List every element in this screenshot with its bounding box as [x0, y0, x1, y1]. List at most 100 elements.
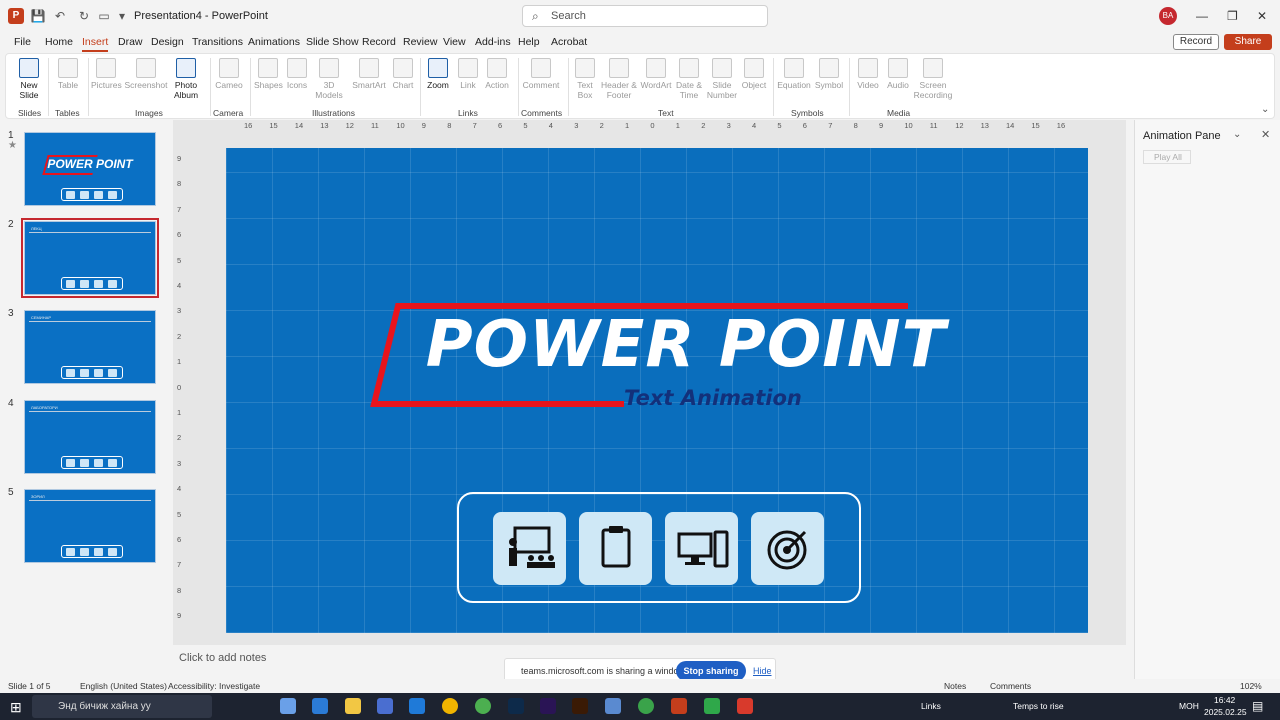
zoom-level[interactable]: 102% — [1240, 681, 1262, 691]
slide-thumbnail-1[interactable]: POWER POINT — [24, 132, 156, 206]
copilot-icon[interactable] — [280, 698, 296, 714]
close-pane-icon[interactable]: ✕ — [1261, 128, 1270, 141]
zoom-button[interactable]: Zoom — [424, 58, 452, 90]
audio-button[interactable]: Audio — [884, 58, 912, 90]
wordart-button[interactable]: WordArt — [640, 58, 672, 90]
stop-sharing-button[interactable]: Stop sharing — [676, 661, 746, 681]
share-button[interactable]: Share — [1224, 34, 1272, 50]
symbol-button[interactable]: Symbol — [813, 58, 845, 90]
slide-thumbnail-4[interactable]: ЛАБОРАТОРИ — [24, 400, 156, 474]
tab-slide-show[interactable]: Slide Show — [306, 36, 359, 48]
action-button[interactable]: Action — [483, 58, 511, 90]
pane-options-icon[interactable]: ⌄ — [1233, 129, 1241, 140]
save-icon[interactable]: 💾 — [30, 8, 46, 24]
avatar[interactable]: BA — [1159, 7, 1177, 25]
tab-record[interactable]: Record — [362, 36, 396, 48]
screen-recording-button[interactable]: Screen Recording — [912, 58, 954, 100]
minimize-icon[interactable]: — — [1196, 9, 1208, 23]
accessibility-status[interactable]: Accessibility: Investigate — [168, 681, 260, 691]
illustrator-icon[interactable] — [572, 698, 588, 714]
hide-banner-link[interactable]: Hide — [753, 666, 772, 676]
text-box-button[interactable]: Text Box — [572, 58, 598, 100]
header-footer-button[interactable]: Header & Footer — [600, 58, 638, 100]
links-toolbar[interactable]: Links — [921, 701, 941, 711]
icons-button[interactable]: Icons — [284, 58, 310, 90]
comment-button[interactable]: Comment — [520, 58, 562, 90]
date-time-button[interactable]: Date & Time — [674, 58, 704, 100]
slide-subtitle[interactable]: Text Animation — [624, 386, 802, 410]
tab-transitions[interactable]: Transitions — [192, 36, 243, 48]
taskbar-search[interactable]: Энд бичиж хайна уу — [32, 695, 212, 718]
teams-icon[interactable] — [605, 698, 621, 714]
table-button[interactable]: Table — [54, 58, 82, 90]
desktop-computer-icon[interactable] — [665, 512, 738, 585]
clipboard-icon[interactable] — [579, 512, 652, 585]
slide-canvas[interactable]: POWER POINT Text Animation — [226, 148, 1088, 633]
tab-acrobat[interactable]: Acrobat — [551, 36, 587, 48]
icon-group-frame[interactable] — [457, 492, 861, 603]
tab-review[interactable]: Review — [403, 36, 437, 48]
chrome-icon[interactable] — [442, 698, 458, 714]
tab-file[interactable]: File — [14, 36, 31, 48]
equation-button[interactable]: Equation — [776, 58, 812, 90]
video-button[interactable]: Video — [854, 58, 882, 90]
slide-number-button[interactable]: Slide Number — [705, 58, 739, 100]
close-icon[interactable]: ✕ — [1257, 9, 1267, 23]
tab-draw[interactable]: Draw — [118, 36, 143, 48]
recorder-icon[interactable] — [737, 698, 753, 714]
input-language[interactable]: МОН — [1179, 701, 1199, 711]
cameo-button[interactable]: Cameo — [214, 58, 244, 90]
undo-icon[interactable]: ↶ — [52, 8, 68, 24]
edge-icon[interactable] — [312, 698, 328, 714]
tab-view[interactable]: View — [443, 36, 466, 48]
customize-toolbar-icon[interactable]: ▾ — [114, 8, 130, 24]
photo-album-button[interactable]: Photo Album — [169, 58, 203, 100]
chart-button[interactable]: Chart — [390, 58, 416, 90]
maximize-icon[interactable]: ❐ — [1227, 9, 1238, 23]
windows-start-icon[interactable]: ⊞ — [10, 699, 22, 716]
notes-toggle[interactable]: Notes — [944, 681, 966, 691]
chrome-alt-icon[interactable] — [475, 698, 491, 714]
redo-icon[interactable]: ↻ — [76, 8, 92, 24]
slide-thumbnail-2[interactable]: ЛЕКЦ — [21, 218, 159, 298]
group-label-media: Media — [887, 108, 911, 118]
play-all-button[interactable]: Play All — [1143, 150, 1191, 164]
tab-add-ins[interactable]: Add-ins — [475, 36, 511, 48]
weather-widget[interactable]: Temps to rise — [1013, 701, 1064, 711]
photoshop-icon[interactable] — [508, 698, 524, 714]
notifications-icon[interactable]: ▤ — [1252, 699, 1263, 713]
tab-animations[interactable]: Animations — [248, 36, 300, 48]
present-icon[interactable]: ▭ — [96, 8, 112, 24]
slide-title[interactable]: POWER POINT — [416, 308, 956, 382]
smartart-button[interactable]: SmartArt — [349, 58, 389, 90]
clock-date[interactable]: 2025.02.25 — [1204, 707, 1247, 717]
slide-thumbnail-5[interactable]: ЗОРИЛ — [24, 489, 156, 563]
mail-icon[interactable] — [409, 698, 425, 714]
pictures-button[interactable]: Pictures — [91, 58, 122, 90]
search-input[interactable]: ⌕ Search — [522, 5, 768, 27]
premiere-icon[interactable] — [540, 698, 556, 714]
camtasia-icon[interactable] — [704, 698, 720, 714]
slide-thumbnail-3[interactable]: СЕМИНАР — [24, 310, 156, 384]
powerpoint-taskbar-icon[interactable] — [671, 698, 687, 714]
object-button[interactable]: Object — [739, 58, 769, 90]
target-icon[interactable] — [751, 512, 824, 585]
store-icon[interactable] — [377, 698, 393, 714]
presentation-teacher-icon[interactable] — [493, 512, 566, 585]
comments-toggle[interactable]: Comments — [990, 681, 1031, 691]
tab-design[interactable]: Design — [151, 36, 184, 48]
record-button[interactable]: Record — [1173, 34, 1219, 50]
tab-home[interactable]: Home — [45, 36, 73, 48]
collapse-ribbon-icon[interactable]: ⌄ — [1261, 104, 1269, 115]
file-explorer-icon[interactable] — [345, 698, 361, 714]
tab-insert[interactable]: Insert — [82, 36, 109, 52]
chrome-profile-icon[interactable] — [638, 698, 654, 714]
new-slide-button[interactable]: New Slide — [14, 58, 44, 100]
link-button[interactable]: Link — [456, 58, 480, 90]
3d-models-button[interactable]: 3D Models — [312, 58, 346, 100]
clock-time[interactable]: 16:42 — [1214, 695, 1235, 705]
screenshot-button[interactable]: Screenshot — [124, 58, 168, 90]
language-indicator[interactable]: English (United States) — [80, 681, 167, 691]
shapes-button[interactable]: Shapes — [254, 58, 283, 90]
tab-help[interactable]: Help — [518, 36, 540, 48]
